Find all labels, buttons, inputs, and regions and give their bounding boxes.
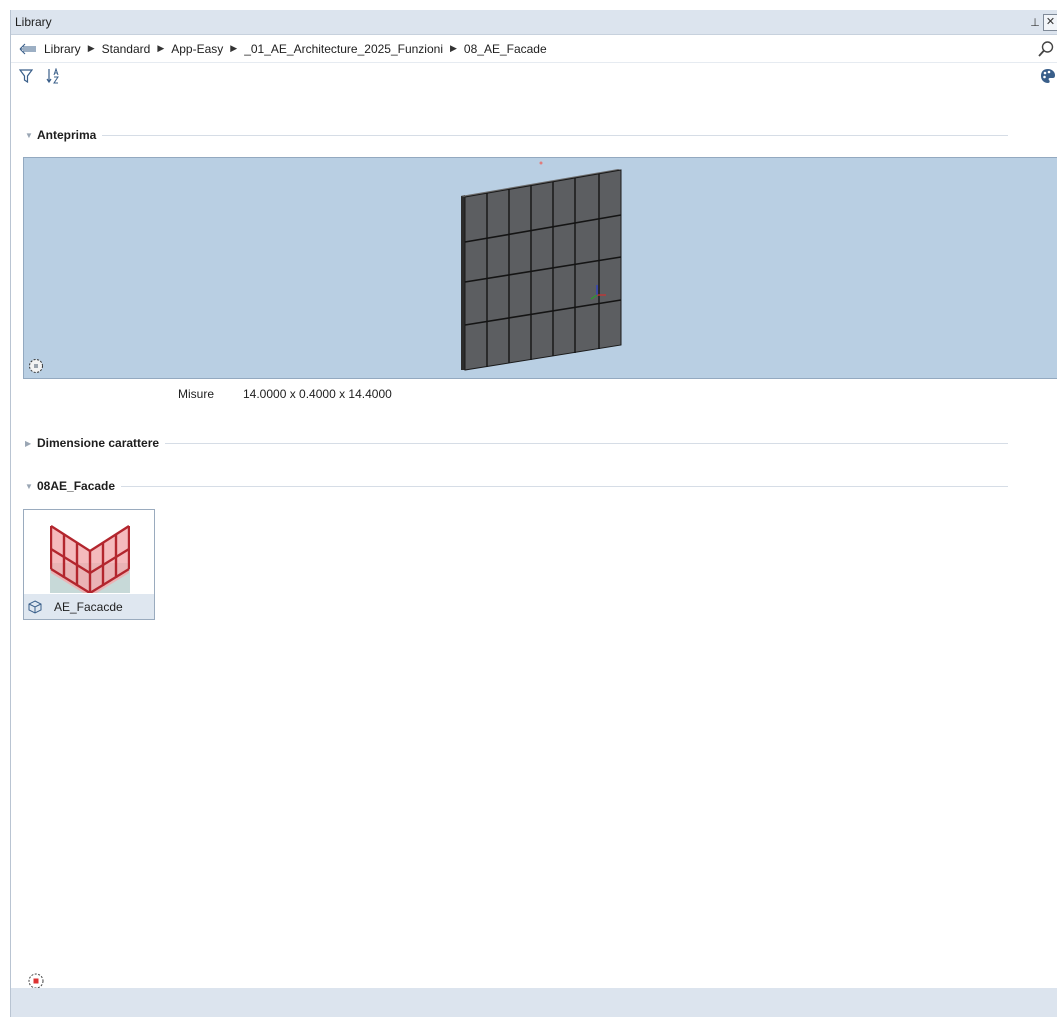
filter-icon[interactable]	[17, 67, 35, 85]
breadcrumb-item-architecture[interactable]: _01_AE_Architecture_2025_Funzioni	[244, 42, 443, 56]
library-item-tile[interactable]: AE_Facacde	[23, 509, 155, 620]
title-bar: Library ⊥ ✕	[11, 10, 1057, 35]
section-divider	[102, 134, 1008, 136]
measure-value: 14.0000 x 0.4000 x 14.4000	[243, 387, 392, 401]
library-panel: Library ⊥ ✕ Library ▶ Standard ▶ App-Eas…	[10, 10, 1057, 1017]
collapse-caret-icon[interactable]: ▼	[25, 131, 37, 140]
close-icon[interactable]: ✕	[1043, 13, 1057, 31]
collapse-caret-icon[interactable]: ▼	[25, 482, 37, 491]
breadcrumb-item-library[interactable]: Library	[44, 42, 81, 56]
breadcrumb-item-app-easy[interactable]: App-Easy	[171, 42, 223, 56]
section-header-font-size[interactable]: ▶ Dimensione carattere	[11, 434, 1057, 452]
preview-viewport[interactable]	[23, 157, 1057, 379]
facade-thumbnail-icon	[50, 524, 130, 593]
facade-preview-model	[461, 161, 622, 371]
item-name: AE_Facacde	[54, 599, 123, 614]
cube-icon	[28, 599, 42, 614]
pin-icon[interactable]: ⊥	[1027, 14, 1043, 30]
palette-icon[interactable]	[1039, 67, 1057, 85]
breadcrumb: Library ▶ Standard ▶ App-Easy ▶ _01_AE_A…	[11, 35, 1057, 63]
sort-az-icon[interactable]	[45, 67, 63, 85]
tile-footer: AE_Facacde	[24, 594, 154, 619]
measure-label: Misure	[178, 387, 215, 401]
breadcrumb-separator-icon[interactable]: ▶	[230, 43, 237, 54]
panel-title: Library	[15, 15, 52, 29]
breadcrumb-separator-icon[interactable]: ▶	[450, 43, 457, 54]
section-header-folder[interactable]: ▼ 08AE_Facade	[11, 477, 1057, 495]
breadcrumb-separator-icon[interactable]: ▶	[157, 43, 164, 54]
section-header-preview[interactable]: ▼ Anteprima	[11, 126, 1057, 144]
toolbar	[11, 63, 1057, 89]
section-label-preview: Anteprima	[37, 128, 97, 142]
section-divider	[165, 442, 1008, 444]
breadcrumb-separator-icon[interactable]: ▶	[88, 43, 95, 54]
breadcrumb-item-facade[interactable]: 08_AE_Facade	[464, 42, 547, 56]
preview-info: Misure 14.0000 x 0.4000 x 14.4000	[178, 387, 392, 401]
search-icon[interactable]	[1037, 40, 1055, 58]
breadcrumb-item-standard[interactable]: Standard	[102, 42, 151, 56]
back-arrow-icon[interactable]	[18, 41, 38, 57]
status-bar	[11, 988, 1057, 1017]
section-label-font-size: Dimensione carattere	[37, 436, 160, 450]
expand-caret-icon[interactable]: ▶	[25, 439, 37, 448]
section-label-folder: 08AE_Facade	[37, 479, 116, 493]
section-divider	[121, 485, 1008, 487]
view-navigation-icon[interactable]	[28, 358, 44, 374]
